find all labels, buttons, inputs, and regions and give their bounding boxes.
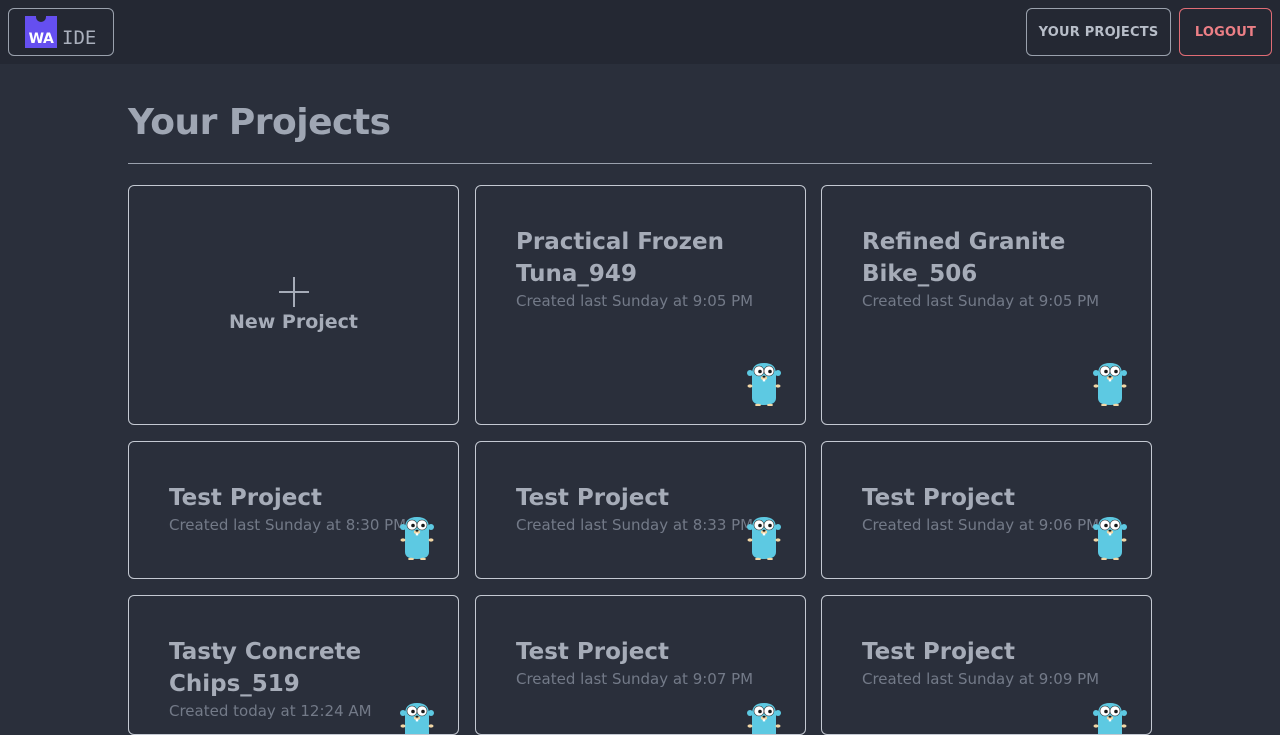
gopher-icon [747, 517, 781, 560]
project-title: Test Project [862, 639, 1016, 665]
your-projects-button[interactable]: YOUR PROJECTS [1026, 8, 1171, 56]
project-title: Practical Frozen Tuna_949 [516, 229, 725, 287]
gopher-icon [747, 703, 781, 734]
project-created: Created last Sunday at 9:06 PM [862, 516, 1100, 534]
project-card[interactable]: Test Project Created last Sunday at 9:09… [821, 595, 1152, 735]
project-title: Tasty Concrete Chips_519 [169, 639, 362, 697]
logout-button[interactable]: LOGOUT [1179, 8, 1272, 56]
project-created: Created last Sunday at 9:07 PM [516, 670, 754, 688]
gopher-icon [1093, 517, 1127, 560]
project-card[interactable]: Test Project Created last Sunday at 9:07… [475, 595, 806, 735]
project-created: Created last Sunday at 9:05 PM [516, 292, 754, 310]
project-card[interactable]: Tasty Concrete Chips_519 Created today a… [128, 595, 459, 735]
project-title: Test Project [862, 485, 1016, 511]
gopher-icon [400, 703, 434, 734]
title-divider [128, 163, 1152, 164]
project-card[interactable]: Test Project Created last Sunday at 8:33… [475, 441, 806, 579]
new-project-card[interactable]: New Project [128, 185, 459, 425]
top-bar: WA IDE YOUR PROJECTS LOGOUT [0, 0, 1280, 64]
project-card[interactable]: Test Project Created last Sunday at 8:30… [128, 441, 459, 579]
project-created: Created last Sunday at 9:09 PM [862, 670, 1100, 688]
project-card[interactable]: Test Project Created last Sunday at 9:06… [821, 441, 1152, 579]
project-title: Test Project [516, 639, 670, 665]
project-created: Created last Sunday at 8:33 PM [516, 516, 754, 534]
project-created: Created today at 12:24 AM [169, 702, 372, 720]
project-title: Test Project [516, 485, 670, 511]
plus-icon [278, 277, 309, 307]
project-card[interactable]: Practical Frozen Tuna_949 Created last S… [475, 185, 806, 425]
logo-mark-text: WA [28, 31, 54, 47]
project-created: Created last Sunday at 8:30 PM [169, 516, 407, 534]
gopher-icon [1093, 703, 1127, 734]
project-title: Test Project [169, 485, 323, 511]
page-title: Your Projects [128, 102, 391, 143]
gopher-icon [747, 363, 781, 406]
project-card[interactable]: Refined Granite Bike_506 Created last Su… [821, 185, 1152, 425]
gopher-icon [400, 517, 434, 560]
gopher-icon [1093, 363, 1127, 406]
app-logo[interactable]: WA IDE [8, 8, 114, 56]
project-title: Refined Granite Bike_506 [862, 229, 1066, 287]
new-project-label: New Project [228, 311, 359, 333]
logo-text: IDE [62, 27, 97, 49]
webassembly-logo-icon: WA [25, 15, 57, 48]
project-created: Created last Sunday at 9:05 PM [862, 292, 1100, 310]
